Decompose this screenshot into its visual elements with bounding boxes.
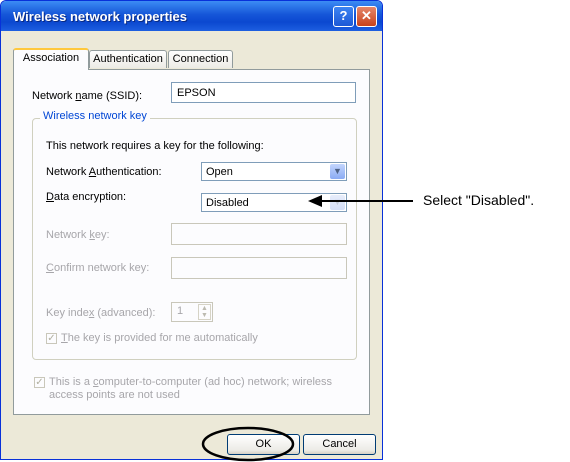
cancel-button[interactable]: Cancel: [303, 434, 376, 455]
network-key-label: Network key:: [46, 229, 110, 241]
help-button[interactable]: ?: [333, 6, 354, 27]
tab-label: Connection: [172, 53, 229, 65]
tab-label: Association: [22, 52, 80, 64]
chevron-down-icon[interactable]: ▼: [330, 195, 345, 210]
data-encryption-value: Disabled: [206, 197, 249, 209]
tab-connection[interactable]: Connection: [168, 50, 233, 68]
annotation-text: Select "Disabled".: [423, 192, 535, 208]
close-icon: ✕: [361, 8, 372, 23]
key-index-label: Key index (advanced):: [46, 307, 156, 319]
key-requirements-text: This network requires a key for the foll…: [46, 140, 264, 152]
auto-key-label: The key is provided for me automatically: [61, 332, 258, 344]
confirm-key-label: Confirm network key:: [46, 262, 150, 274]
tab-label: Authentication: [93, 53, 163, 65]
key-index-spinner[interactable]: 1 ▲ ▼: [171, 302, 213, 322]
adhoc-label-line2: access points are not used: [49, 389, 180, 401]
ok-button[interactable]: OK: [227, 434, 300, 455]
title-bar[interactable]: Wireless network properties ? ✕: [1, 1, 382, 31]
tab-authentication[interactable]: Authentication: [89, 50, 167, 68]
help-icon: ?: [339, 8, 348, 23]
tab-association[interactable]: Association: [13, 48, 89, 70]
close-button[interactable]: ✕: [356, 6, 377, 27]
key-index-value: 1: [177, 305, 184, 317]
network-key-input[interactable]: [171, 223, 347, 245]
ssid-input[interactable]: EPSON: [171, 82, 356, 103]
adhoc-checkbox[interactable]: ✓: [34, 377, 45, 388]
network-auth-label: Network Authentication:: [46, 166, 162, 178]
wireless-key-group-title: Wireless network key: [40, 110, 150, 122]
window-title: Wireless network properties: [13, 9, 187, 24]
adhoc-label-line1: This is a computer-to-computer (ad hoc) …: [49, 376, 333, 388]
network-auth-select[interactable]: Open ▼: [201, 162, 347, 181]
chevron-down-icon[interactable]: ▼: [330, 164, 345, 179]
checkmark-icon: ✓: [35, 377, 44, 388]
spinner-arrows-icon[interactable]: ▲ ▼: [198, 304, 211, 320]
data-encryption-select[interactable]: Disabled ▼: [201, 193, 347, 212]
confirm-key-input[interactable]: [171, 257, 347, 279]
checkmark-icon: ✓: [47, 333, 56, 344]
ssid-label: Network name (SSID):: [32, 90, 143, 102]
auto-key-checkbox[interactable]: ✓: [46, 333, 57, 344]
data-encryption-label: Data encryption:: [46, 191, 127, 203]
network-auth-value: Open: [206, 166, 233, 178]
